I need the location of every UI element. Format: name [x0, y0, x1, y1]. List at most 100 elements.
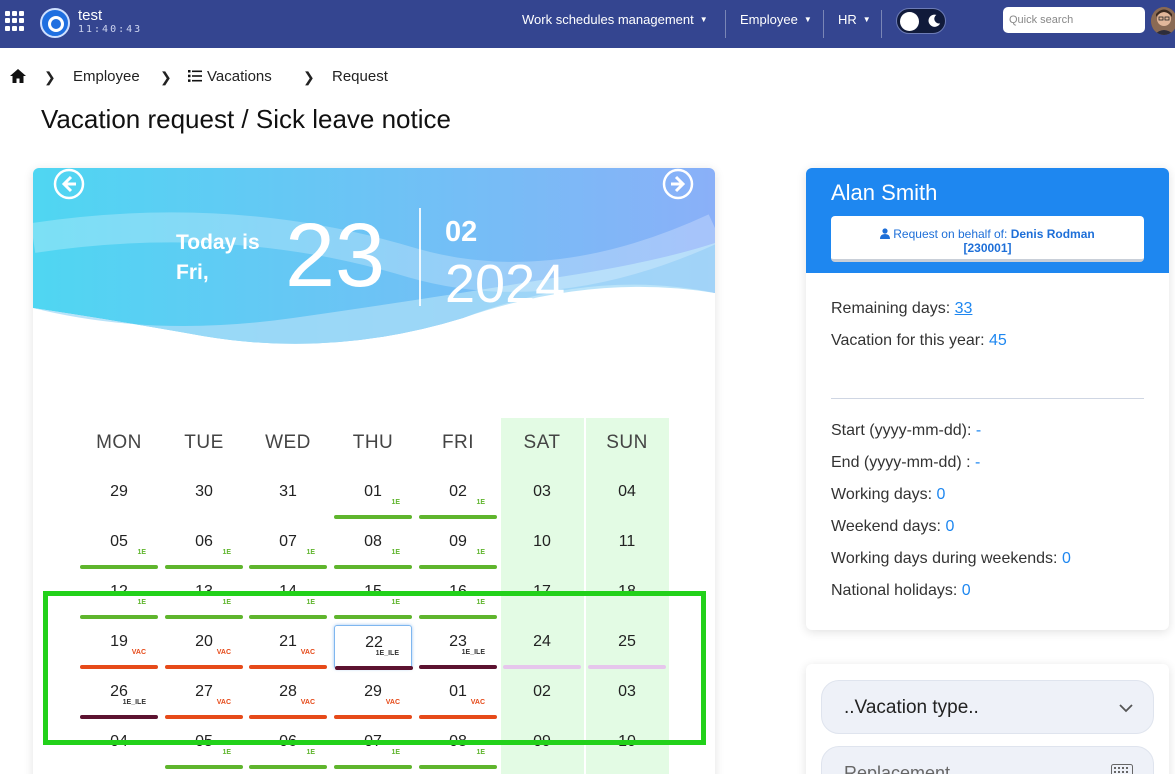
day-number: 21 — [279, 633, 297, 650]
nav-work-schedules[interactable]: Work schedules management ▼ — [522, 12, 708, 27]
day-cell[interactable]: 07 1E — [249, 525, 327, 569]
day-number: 01 — [449, 683, 467, 700]
day-cell[interactable]: 30 — [165, 475, 243, 519]
behalf-prefix: Request on behalf of: — [893, 227, 1008, 241]
breadcrumb-employee[interactable]: Employee — [73, 68, 140, 85]
day-number: 22 — [365, 634, 383, 651]
day-cell[interactable]: 08 1E — [334, 525, 412, 569]
nav-hr[interactable]: HR ▼ — [838, 12, 871, 27]
weekday-tue: TUE — [184, 432, 224, 453]
day-cell[interactable]: 06 1E — [249, 725, 327, 769]
day-cell[interactable]: 27 VAC — [165, 675, 243, 719]
day-number: 17 — [533, 583, 551, 600]
apps-grid-icon[interactable] — [5, 11, 25, 31]
day-status-bar — [165, 765, 243, 769]
today-day: 23 — [285, 206, 386, 306]
working-weekends-row: Working days during weekends: 0 — [831, 550, 1071, 567]
day-cell[interactable]: 09 — [503, 725, 581, 769]
quick-search-input[interactable] — [1003, 7, 1145, 33]
request-on-behalf-button[interactable]: Request on behalf of: Denis Rodman [23000… — [831, 216, 1144, 262]
day-cell[interactable]: 02 1E — [419, 475, 497, 519]
day-status-bar — [419, 565, 497, 569]
day-cell[interactable]: 19 VAC — [80, 625, 158, 669]
day-cell[interactable]: 29 VAC — [334, 675, 412, 719]
day-status-bar — [249, 765, 327, 769]
day-cell[interactable]: 03 — [588, 675, 666, 719]
day-tag: 1E_ILE — [122, 699, 146, 706]
day-number: 11 — [618, 533, 636, 550]
day-tag: 1E — [137, 549, 146, 556]
day-cell[interactable]: 29 — [80, 475, 158, 519]
day-cell[interactable]: 02 — [503, 675, 581, 719]
chevron-right-icon: ❯ — [44, 69, 56, 85]
day-cell[interactable]: 14 1E — [249, 575, 327, 619]
home-icon[interactable] — [10, 69, 26, 83]
day-cell[interactable]: 17 — [503, 575, 581, 619]
keyboard-icon — [1111, 764, 1133, 774]
day-status-bar — [165, 615, 243, 619]
list-icon — [188, 70, 202, 82]
day-tag: 1E — [476, 749, 485, 756]
day-cell[interactable]: 24 — [503, 625, 581, 669]
day-number: 07 — [279, 533, 297, 550]
day-cell[interactable]: 22 1E_ILE — [334, 625, 413, 670]
day-number: 18 — [618, 583, 636, 600]
day-cell[interactable]: 07 1E — [334, 725, 412, 769]
day-cell[interactable]: 21 VAC — [249, 625, 327, 669]
day-cell[interactable]: 01 VAC — [419, 675, 497, 719]
day-cell[interactable]: 23 1E_ILE — [419, 625, 497, 669]
working-days-row: Working days: 0 — [831, 486, 946, 503]
day-cell[interactable]: 10 — [588, 725, 666, 769]
day-status-bar — [165, 715, 243, 719]
behalf-id: [230001] — [963, 241, 1012, 255]
day-cell[interactable]: 20 VAC — [165, 625, 243, 669]
day-cell[interactable]: 03 — [503, 475, 581, 519]
day-cell[interactable]: 26 1E_ILE — [80, 675, 158, 719]
next-month-icon[interactable] — [662, 168, 694, 200]
nav-employee[interactable]: Employee ▼ — [740, 12, 812, 27]
app-name: test — [78, 7, 103, 24]
day-cell[interactable]: 13 1E — [165, 575, 243, 619]
day-status-bar — [503, 665, 581, 669]
app-logo[interactable] — [40, 8, 70, 38]
day-number: 13 — [195, 583, 213, 600]
day-status-bar — [249, 565, 327, 569]
day-cell[interactable]: 25 — [588, 625, 666, 669]
avatar[interactable] — [1151, 7, 1175, 35]
breadcrumb-vacations[interactable]: Vacations — [207, 68, 272, 85]
day-number: 05 — [195, 733, 213, 750]
day-cell[interactable]: 06 1E — [165, 525, 243, 569]
vacation-type-select[interactable]: ..Vacation type.. — [821, 680, 1154, 734]
day-cell[interactable]: 05 1E — [165, 725, 243, 769]
remaining-days-link[interactable]: 33 — [955, 300, 973, 317]
day-status-bar — [165, 665, 243, 669]
chevron-down-icon — [1119, 704, 1133, 713]
day-tag: VAC — [385, 699, 400, 706]
day-cell[interactable]: 15 1E — [334, 575, 412, 619]
nav-divider — [725, 10, 726, 38]
day-cell[interactable]: 16 1E — [419, 575, 497, 619]
dark-mode-toggle[interactable] — [896, 8, 946, 34]
prev-month-icon[interactable] — [53, 168, 85, 200]
day-cell[interactable]: 28 VAC — [249, 675, 327, 719]
day-cell[interactable]: 04 — [80, 725, 158, 769]
national-holidays-row: National holidays: 0 — [831, 582, 971, 599]
day-cell[interactable]: 11 — [588, 525, 666, 569]
day-tag: 1E — [222, 549, 231, 556]
day-tag: 1E — [222, 749, 231, 756]
day-number: 16 — [449, 583, 467, 600]
day-cell[interactable]: 04 — [588, 475, 666, 519]
day-cell[interactable]: 18 — [588, 575, 666, 619]
day-number: 20 — [195, 633, 213, 650]
toggle-knob — [900, 12, 919, 31]
day-cell[interactable]: 01 1E — [334, 475, 412, 519]
day-number: 01 — [364, 483, 382, 500]
day-cell[interactable]: 31 — [249, 475, 327, 519]
day-cell[interactable]: 10 — [503, 525, 581, 569]
day-cell[interactable]: 05 1E — [80, 525, 158, 569]
day-cell[interactable]: 09 1E — [419, 525, 497, 569]
day-cell[interactable]: 12 1E — [80, 575, 158, 619]
day-cell[interactable]: 08 1E — [419, 725, 497, 769]
replacement-input[interactable]: Replacement — [821, 746, 1154, 774]
employee-name: Alan Smith — [831, 180, 938, 205]
